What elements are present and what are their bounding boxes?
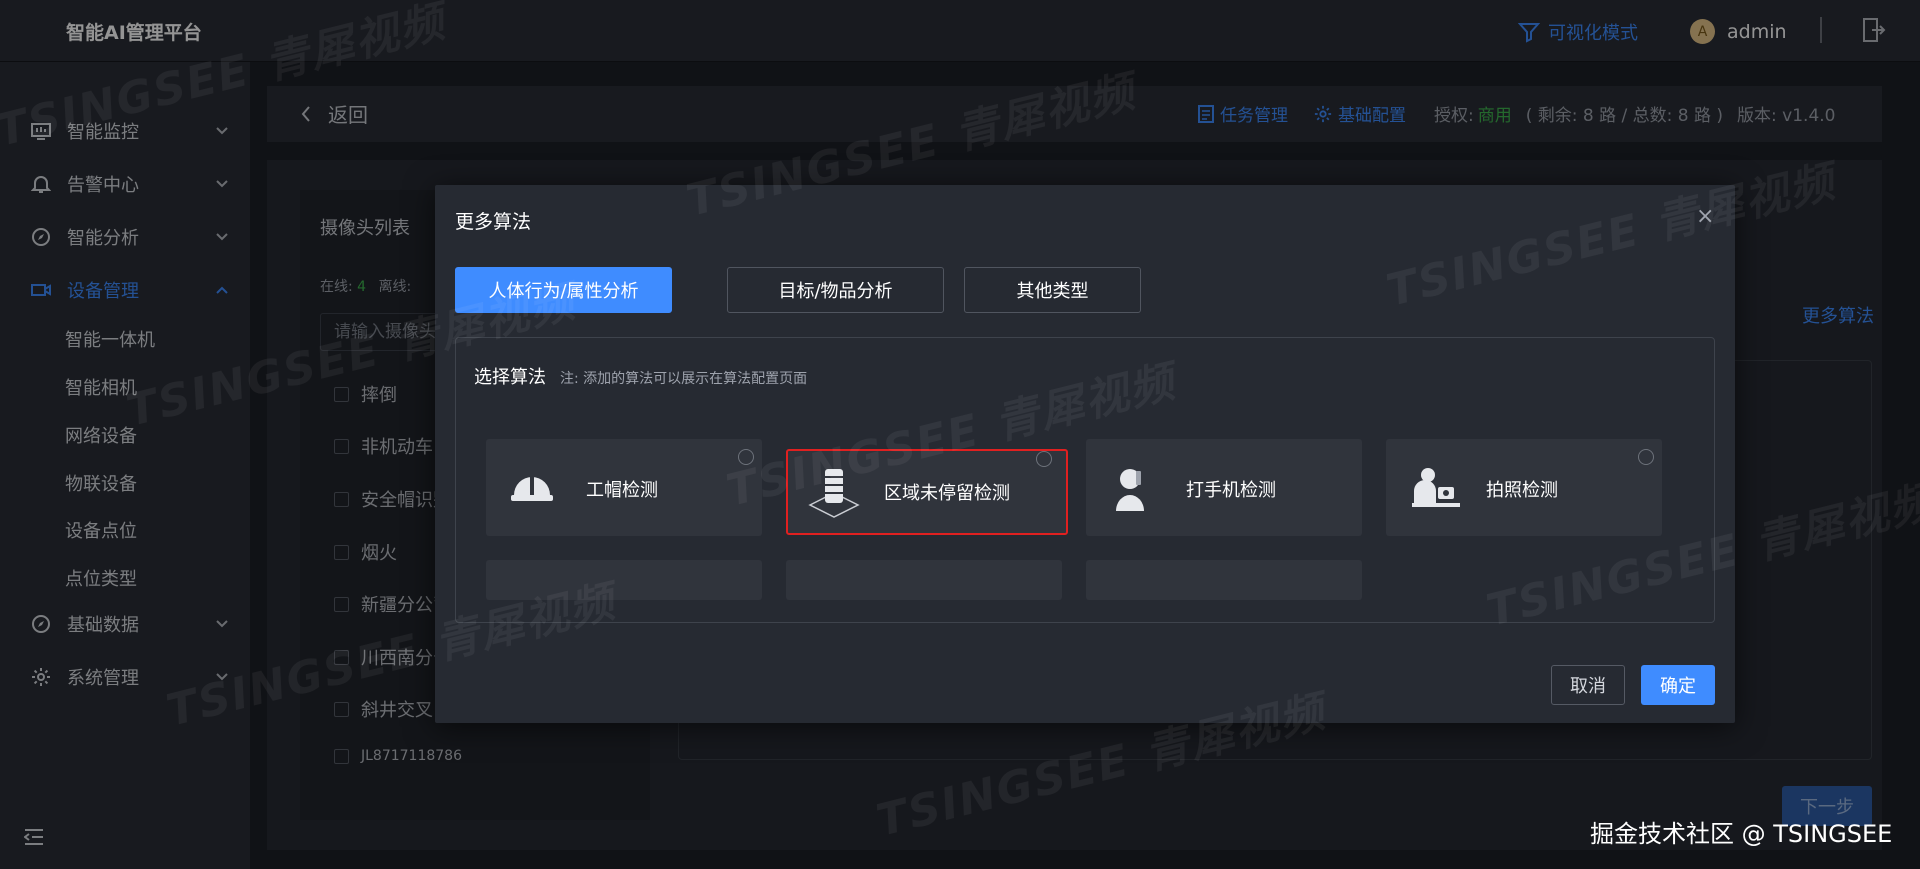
algorithm-card-partial[interactable] [786,560,1062,600]
cancel-button[interactable]: 取消 [1551,665,1625,705]
phone-call-icon [1116,469,1144,511]
algorithm-name: 打手机检测 [1186,480,1276,501]
tab-human-behavior[interactable]: 人体行为/属性分析 [455,267,672,313]
algorithm-card-selected[interactable]: 区域未停留检测 [786,449,1068,535]
radio-button[interactable] [738,449,754,465]
tab-object-analysis[interactable]: 目标/物品分析 [727,267,944,313]
algorithm-selection-box: 选择算法 注: 添加的算法可以展示在算法配置页面 工帽检测 区域未停留检测 打手… [455,337,1715,623]
algorithm-card[interactable]: 打手机检测 [1086,439,1362,536]
photo-icon [1412,468,1460,507]
confirm-button[interactable]: 确定 [1641,665,1715,705]
section-note: 注: 添加的算法可以展示在算法配置页面 [560,371,808,387]
algorithm-name: 拍照检测 [1486,480,1558,501]
algorithm-card-partial[interactable] [1086,560,1362,600]
tab-other-types[interactable]: 其他类型 [964,267,1141,313]
radio-button[interactable] [1036,451,1052,467]
algorithm-card[interactable]: 拍照检测 [1386,439,1662,536]
algorithm-card-partial[interactable] [486,560,762,600]
radio-button[interactable] [1638,449,1654,465]
section-title: 选择算法 [474,367,546,388]
algorithm-section-header: 选择算法 注: 添加的算法可以展示在算法配置页面 [474,363,807,389]
algorithm-name: 工帽检测 [586,480,658,501]
more-algorithms-dialog: 更多算法 × 人体行为/属性分析 目标/物品分析 其他类型 选择算法 注: 添加… [435,185,1735,723]
algorithm-card[interactable]: 工帽检测 [486,439,762,536]
dialog-title: 更多算法 [455,211,532,233]
helmet-icon [511,475,553,501]
algorithm-name: 区域未停留检测 [884,483,1010,504]
close-icon[interactable]: × [1696,204,1714,229]
zone-icon [808,469,860,518]
community-credit: 掘金技术社区 @ TSINGSEE [1590,820,1893,848]
